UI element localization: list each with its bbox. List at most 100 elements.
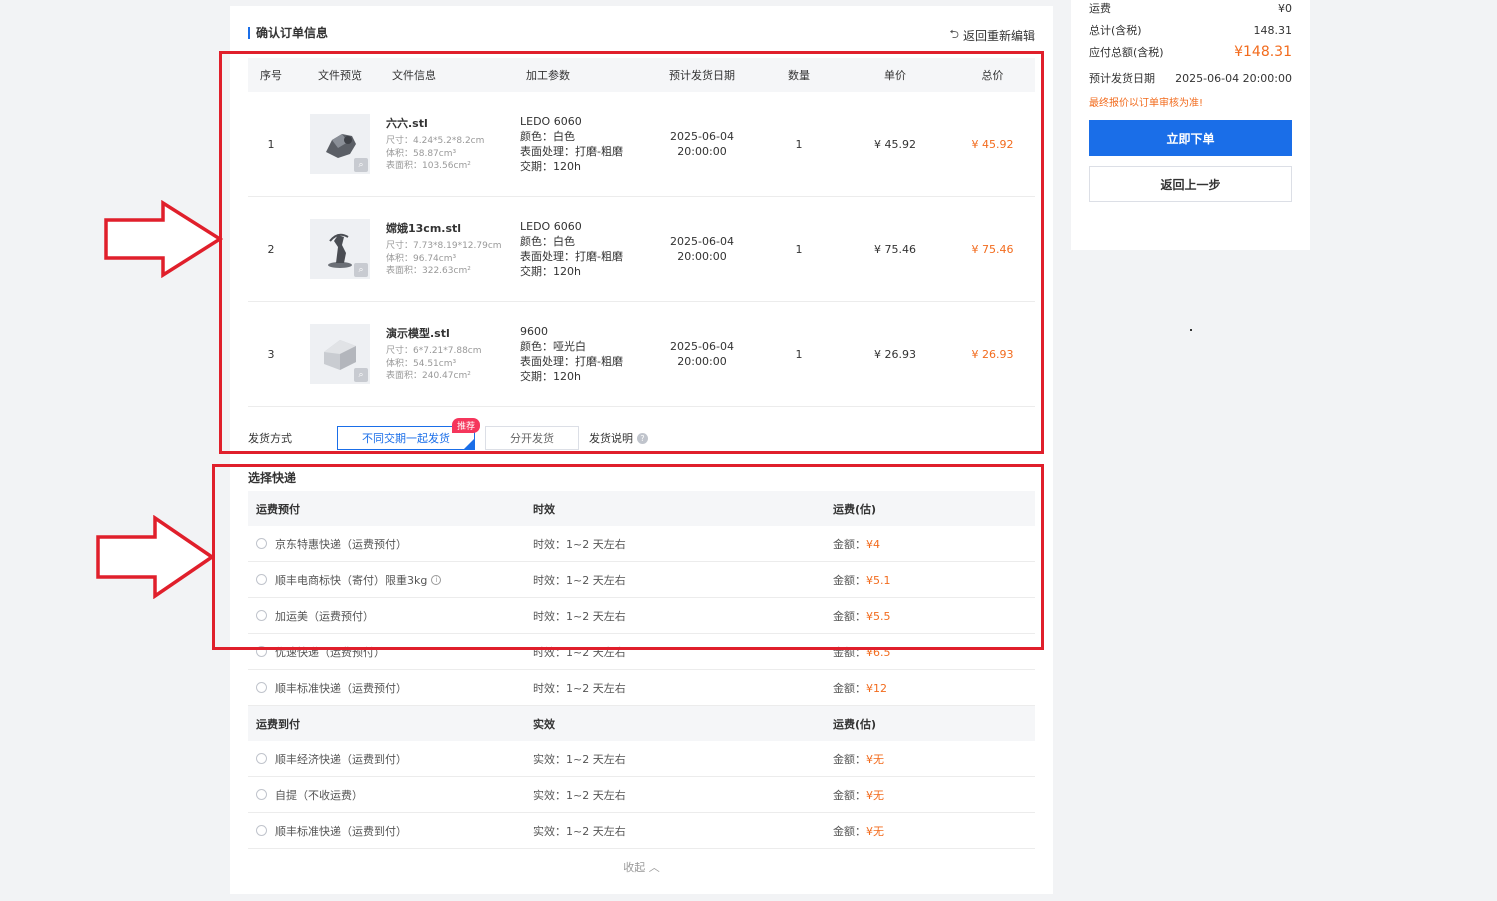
back-step-button[interactable]: 返回上一步 (1089, 166, 1292, 202)
surface: 表面处理：打磨-粗磨 (520, 145, 623, 158)
file-size: 尺寸：7.73*8.19*12.79cm (386, 241, 502, 252)
freight-value: ¥0 (1278, 1, 1292, 15)
express-fee-cell: 金额：¥6.5 (833, 644, 1035, 660)
shipping-note-label: 发货说明 (589, 432, 633, 445)
ship-date-time: 20:00:00 (677, 250, 727, 263)
fee-label: 金额： (833, 573, 866, 587)
question-icon[interactable]: ? (637, 432, 648, 444)
table-row: 2 ⌕ 嫦娥13cm.stl 尺寸：7.73*8.19*12.79cm 体积：9… (248, 197, 1035, 302)
radio-button[interactable] (256, 610, 267, 621)
radio-button[interactable] (256, 646, 267, 657)
file-size: 尺寸：4.24*5.2*8.2cm (386, 136, 485, 147)
radio-button[interactable] (256, 825, 267, 836)
recommend-badge: 推荐 (451, 418, 480, 433)
fee-label: 金额： (833, 788, 866, 802)
row-seq: 1 (267, 137, 275, 151)
express-option-name-cell: 顺丰电商标快（寄付）限重3kg i (248, 572, 533, 588)
express-eta: 时效：1~2 天左右 (533, 645, 626, 659)
ship-together-label: 不同交期一起发货 (362, 432, 450, 445)
model-thumbnail[interactable]: ⌕ (310, 324, 370, 384)
col-header-seq: 序号 (260, 69, 282, 82)
express-option-row[interactable]: 顺丰经济快递（运费到付） 实效：1~2 天左右 金额：¥无 (248, 741, 1035, 777)
color: 颜色：哑光白 (520, 340, 586, 353)
radio-button[interactable] (256, 789, 267, 800)
express-eta: 实效：1~2 天左右 (533, 788, 626, 802)
price-warning: 最终报价以订单审核为准! (1089, 98, 1204, 109)
express-name: 顺丰标准快递（运费到付） (275, 824, 407, 838)
model-thumbnail[interactable]: ⌕ (310, 114, 370, 174)
fee-label: 金额： (833, 537, 866, 551)
collect-header-eta: 实效 (533, 717, 555, 731)
fee-value: ¥6.5 (866, 645, 891, 659)
fee-value: ¥5.1 (866, 573, 891, 587)
shipping-note[interactable]: 发货说明 ? (589, 430, 648, 446)
express-name: 京东特惠快递（运费预付） (275, 537, 407, 551)
col-header-ship-date: 预计发货日期 (669, 69, 735, 82)
fee-value: ¥无 (866, 824, 884, 838)
fee-label: 金额： (833, 681, 866, 695)
express-option-row[interactable]: 京东特惠快递（运费预付） 时效：1~2 天左右 金额：¥4 (248, 526, 1035, 562)
stray-dot (1190, 329, 1192, 331)
radio-button[interactable] (256, 538, 267, 549)
ship-date-value: 2025-06-04 20:00:00 (1175, 71, 1292, 85)
material: 9600 (520, 325, 548, 338)
express-option-row[interactable]: 加运美（运费预付） 时效：1~2 天左右 金额：¥5.5 (248, 598, 1035, 634)
radio-button[interactable] (256, 682, 267, 693)
place-order-button[interactable]: 立即下单 (1089, 120, 1292, 156)
zoom-icon[interactable]: ⌕ (354, 158, 368, 172)
page-title: 确认订单信息 (256, 26, 329, 40)
zoom-icon[interactable]: ⌕ (354, 263, 368, 277)
collect-header: 运费到付 实效 运费(估) (248, 706, 1035, 741)
preview-cell: ⌕ (294, 324, 386, 384)
file-volume: 体积：58.87cm³ (386, 148, 457, 159)
unit-price: ¥ 45.92 (874, 137, 916, 151)
info-icon[interactable]: i (431, 574, 442, 585)
radio-button[interactable] (256, 574, 267, 585)
ship-date-time: 20:00:00 (677, 355, 727, 368)
express-option-row[interactable]: 优速快递（运费预付） 时效：1~2 天左右 金额：¥6.5 (248, 634, 1035, 670)
prepaid-header-eta: 时效 (533, 502, 555, 516)
chevron-up-icon: ︿ (648, 861, 660, 874)
fee-value: ¥4 (866, 537, 880, 551)
express-option-row[interactable]: 顺丰电商标快（寄付）限重3kg i 时效：1~2 天左右 金额：¥5.1 (248, 562, 1035, 598)
express-fee-cell: 金额：¥无 (833, 823, 1035, 839)
ship-together-option[interactable]: 不同交期一起发货 推荐 (337, 418, 480, 450)
file-volume: 体积：54.51cm³ (386, 358, 457, 369)
prepaid-header-name: 运费预付 (256, 502, 300, 516)
col-header-unit-price: 单价 (884, 69, 906, 82)
express-eta: 时效：1~2 天左右 (533, 537, 626, 551)
ship-date-label: 预计发货日期 (1089, 72, 1155, 85)
color: 颜色：白色 (520, 235, 575, 248)
ship-date: 2025-06-04 20:00:00 (646, 129, 758, 159)
express-option-row[interactable]: 顺丰标准快递（运费预付） 时效：1~2 天左右 金额：¥12 (248, 670, 1035, 706)
fee-label: 金额： (833, 752, 866, 766)
collapse-toggle[interactable]: 收起 ︿ (230, 859, 1053, 875)
express-option-row[interactable]: 自提（不收运费） 实效：1~2 天左右 金额：¥无 (248, 777, 1035, 813)
radio-button[interactable] (256, 753, 267, 764)
file-area: 表面积：322.63cm² (386, 266, 471, 277)
summary-ship-date: 预计发货日期 2025-06-04 20:00:00 (1089, 70, 1292, 86)
file-info: 嫦娥13cm.stl 尺寸：7.73*8.19*12.79cm 体积：96.74… (386, 220, 520, 278)
prepaid-header: 运费预付 时效 运费(估) (248, 491, 1035, 526)
back-to-edit-link[interactable]: ⮌ 返回重新编辑 (949, 25, 1035, 46)
ship-date: 2025-06-04 20:00:00 (646, 234, 758, 264)
zoom-icon[interactable]: ⌕ (354, 368, 368, 382)
fee-label: 金额： (833, 824, 866, 838)
process-params: 9600 颜色：哑光白 表面处理：打磨-粗磨 交期：120h (520, 324, 646, 384)
express-table: 运费预付 时效 运费(估) 京东特惠快递（运费预付） 时效：1~2 天左右 金额… (248, 491, 1035, 849)
ship-date-time: 20:00:00 (677, 145, 727, 158)
surface: 表面处理：打磨-粗磨 (520, 250, 623, 263)
file-volume: 体积：96.74cm³ (386, 253, 457, 264)
lead-time: 交期：120h (520, 160, 581, 173)
model-thumbnail[interactable]: ⌕ (310, 219, 370, 279)
col-header-process: 加工参数 (526, 69, 570, 82)
shipping-method-label: 发货方式 (248, 432, 292, 445)
ship-separately-option[interactable]: 分开发货 (485, 426, 579, 450)
payable-label: 应付总额(含税) (1089, 46, 1164, 59)
express-option-name-cell: 京东特惠快递（运费预付） (248, 536, 533, 552)
title-accent-bar (248, 27, 250, 39)
ship-separately-label: 分开发货 (510, 432, 554, 445)
express-option-row[interactable]: 顺丰标准快递（运费到付） 实效：1~2 天左右 金额：¥无 (248, 813, 1035, 849)
express-option-name-cell: 优速快递（运费预付） (248, 644, 533, 660)
ship-date-day: 2025-06-04 (670, 340, 734, 353)
